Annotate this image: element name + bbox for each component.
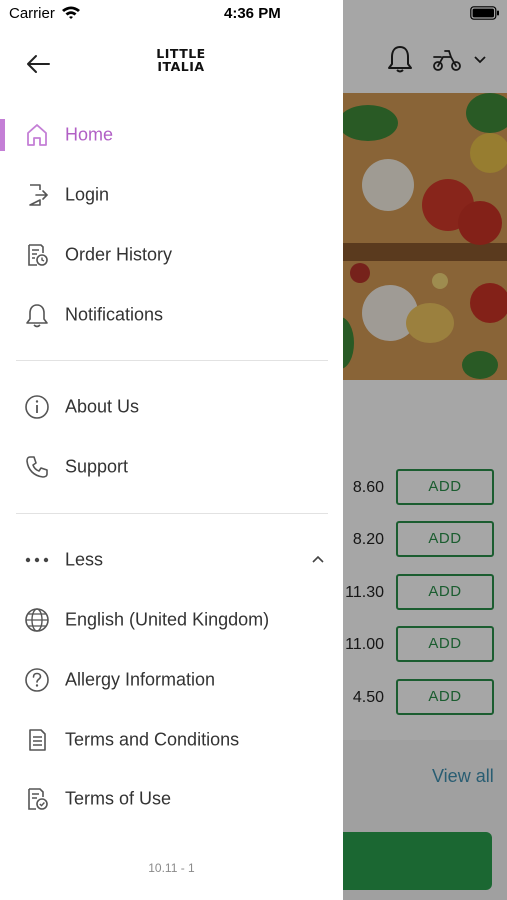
document-icon — [23, 726, 51, 754]
menu-item-label: Terms of Use — [65, 788, 172, 809]
menu-item-label: Terms and Conditions — [65, 729, 240, 750]
document-check-icon — [23, 785, 51, 813]
menu-item-login[interactable]: Login — [0, 167, 343, 223]
menu-item-label: Support — [65, 456, 129, 477]
app-version: 10.11 - 1 — [148, 861, 195, 875]
menu-item-label: Allergy Information — [65, 669, 216, 690]
menu-item-label: Notifications — [65, 304, 164, 325]
menu-item-label: Home — [65, 124, 114, 145]
menu-item-home[interactable]: Home — [0, 107, 343, 163]
carrier-label: Carrier — [9, 5, 55, 22]
chevron-up-icon[interactable] — [310, 553, 326, 565]
divider — [16, 360, 328, 361]
menu-item-terms-of-use[interactable]: Terms of Use — [0, 771, 343, 827]
menu-item-label: Less — [65, 549, 104, 570]
menu-item-order-history[interactable]: Order History — [0, 227, 343, 283]
logo-line: ITALIA — [157, 59, 205, 74]
menu-item-less[interactable]: Less — [0, 532, 343, 588]
order-history-icon — [23, 241, 51, 269]
more-dots-icon — [23, 546, 51, 574]
battery-icon — [470, 6, 500, 20]
menu-item-support[interactable]: Support — [0, 439, 343, 495]
bell-icon — [23, 301, 51, 329]
login-icon — [23, 181, 51, 209]
status-time: 4:36 PM — [224, 5, 281, 22]
arrow-left-icon — [25, 54, 51, 74]
phone-icon — [23, 453, 51, 481]
divider — [16, 513, 328, 514]
wifi-icon — [61, 5, 81, 20]
status-bar: Carrier 4:36 PM — [0, 0, 507, 26]
menu-item-label: English (United Kingdom) — [65, 609, 270, 630]
side-drawer: LITTLE ITALIA Home Login Order History N… — [0, 0, 343, 900]
menu-item-allergy-information[interactable]: Allergy Information — [0, 652, 343, 708]
menu-item-label: Login — [65, 184, 110, 205]
info-icon — [23, 393, 51, 421]
brand-logo: LITTLE ITALIA — [150, 47, 212, 73]
menu-item-terms-and-conditions[interactable]: Terms and Conditions — [0, 712, 343, 768]
menu-item-about-us[interactable]: About Us — [0, 379, 343, 435]
home-icon — [23, 121, 51, 149]
menu-item-notifications[interactable]: Notifications — [0, 287, 343, 343]
menu-item-language[interactable]: English (United Kingdom) — [0, 592, 343, 648]
menu-item-label: About Us — [65, 396, 140, 417]
menu-item-label: Order History — [65, 244, 173, 265]
globe-icon — [23, 606, 51, 634]
back-button[interactable] — [22, 50, 54, 78]
question-icon — [23, 666, 51, 694]
